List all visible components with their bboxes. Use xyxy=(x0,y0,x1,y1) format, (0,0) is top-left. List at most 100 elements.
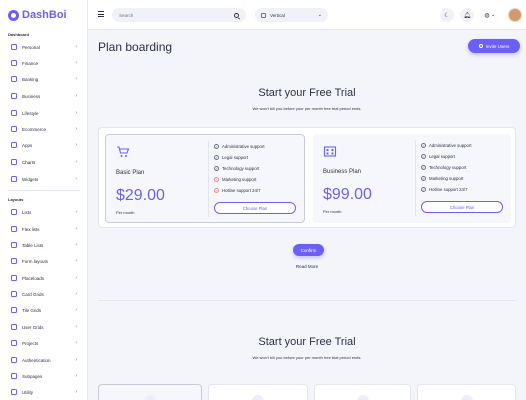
plan-card-preview[interactable] xyxy=(417,384,516,400)
chevron-right-icon: › xyxy=(75,275,77,281)
bank-icon xyxy=(11,76,17,82)
sidebar-item-label: Flex lists xyxy=(22,226,40,232)
sidebar-item-finance[interactable]: Finance › xyxy=(11,58,77,68)
sidebar-item-form-layouts[interactable]: Form layouts › xyxy=(11,256,77,266)
plan-feature: ✓ Hotline support 24/7 xyxy=(421,187,468,192)
search-placeholder: Search xyxy=(119,12,134,18)
sidebar-item-card-grids[interactable]: Card Grids › xyxy=(11,289,77,299)
tile-grid-icon xyxy=(11,307,17,313)
sidebar-item-apps[interactable]: Apps › xyxy=(11,140,77,150)
chevron-right-icon: › xyxy=(75,373,77,379)
chevron-down-icon[interactable]: ⌄ xyxy=(491,12,495,18)
brand-name: DashBoi xyxy=(22,9,67,21)
folder-icon xyxy=(11,340,17,346)
table-icon xyxy=(11,242,17,248)
sidebar-item-ecommerce[interactable]: Ecommerce › xyxy=(11,124,77,134)
chevron-right-icon: › xyxy=(75,357,77,363)
plan-feature: × Marketing support xyxy=(214,177,257,182)
sidebar-item-charts[interactable]: Charts › xyxy=(11,157,77,167)
sidebar-item-table-lists[interactable]: Table Lists › xyxy=(11,240,77,250)
sidebar-item-utility[interactable]: Utility › xyxy=(11,387,77,397)
chevron-right-icon: › xyxy=(75,44,77,50)
sidebar-item-lists[interactable]: Lists › xyxy=(11,207,77,217)
sidebar-item-widgets[interactable]: Widgets › xyxy=(11,174,77,184)
sidebar-item-business[interactable]: Business › xyxy=(11,91,77,101)
sidebar-item-label: Card Grids xyxy=(22,291,44,297)
read-more-link[interactable]: Read More xyxy=(88,264,526,269)
sidebar: DashBoi Dashboard Personal › Finance › Ban… xyxy=(0,0,88,400)
chevron-right-icon: › xyxy=(75,76,77,82)
cart-icon xyxy=(11,126,17,132)
chevron-down-icon: ⌄ xyxy=(317,12,322,18)
layout-select-value: Vertical xyxy=(270,12,285,18)
sidebar-item-label: Lists xyxy=(22,209,32,215)
cart-icon xyxy=(117,146,130,157)
sidebar-item-label: Authentication xyxy=(22,357,51,363)
plan-icon-placeholder xyxy=(144,395,156,400)
sidebar-item-banking[interactable]: Banking › xyxy=(11,74,77,84)
check-circle-icon: ✓ xyxy=(421,176,426,181)
sidebar-item-authentication[interactable]: Authentication › xyxy=(11,355,77,365)
sidebar-item-tile-grids[interactable]: Tile Grids › xyxy=(11,305,77,315)
sidebar-item-flex-lists[interactable]: Flex lists › xyxy=(11,224,77,234)
layout-select[interactable]: Vertical ⌄ xyxy=(255,8,328,22)
sidebar-item-user-grids[interactable]: User Grids › xyxy=(11,322,77,332)
menu-toggle-icon[interactable] xyxy=(98,11,104,17)
choose-plan-button[interactable]: Choose Plan xyxy=(214,202,296,214)
page-title: Plan boarding xyxy=(98,40,173,54)
choose-plan-button[interactable]: Choose Plan xyxy=(421,201,503,213)
sidebar-item-label: Projects xyxy=(22,340,39,346)
finance-icon xyxy=(11,60,17,66)
trial-title-2: Start your Free Trial xyxy=(258,336,356,348)
user-grid-icon xyxy=(11,324,17,330)
briefcase-icon xyxy=(11,93,17,99)
x-circle-icon: × xyxy=(214,177,219,182)
avatar[interactable] xyxy=(508,8,522,22)
sidebar-item-placeloads[interactable]: Placeloads › xyxy=(11,273,77,283)
sidebar-item-label: Business xyxy=(22,93,41,99)
plan-feature: ✓ Administrative support xyxy=(421,143,472,148)
check-circle-icon: ✓ xyxy=(214,155,219,160)
sidebar-item-lifestyle[interactable]: Lifestyle › xyxy=(11,108,77,118)
flex-list-icon xyxy=(11,226,17,232)
check-circle-icon: ✓ xyxy=(214,166,219,171)
plan-icon-placeholder xyxy=(252,395,264,400)
lock-icon xyxy=(11,357,17,363)
sidebar-item-label: Form layouts xyxy=(22,258,49,264)
chevron-right-icon: › xyxy=(75,209,77,215)
trial-subtitle-2: We won't bill you before your per month … xyxy=(252,355,362,360)
confirm-button[interactable]: Confirm xyxy=(293,244,324,256)
check-circle-icon: ✓ xyxy=(421,165,426,170)
plan-card-basic[interactable]: Basic Plan $29.00 Per month ✓ Administrat… xyxy=(105,134,305,223)
chevron-right-icon: › xyxy=(75,142,77,148)
plan-card-business[interactable]: Business Plan $99.00 Per month ✓ Administ… xyxy=(313,134,511,223)
search-input[interactable]: Search xyxy=(112,8,246,22)
chart-icon xyxy=(11,159,17,165)
topbar: Search Vertical ⌄ ☾ 🔔︎ ◍ ⌄ xyxy=(88,0,526,30)
apps-icon xyxy=(11,142,17,148)
invite-users-label: Invite Users xyxy=(485,43,510,49)
notification-bell-icon[interactable]: 🔔︎ xyxy=(460,8,474,22)
plan-card-preview[interactable] xyxy=(98,384,202,400)
sidebar-item-projects[interactable]: Projects › xyxy=(11,338,77,348)
plan-card-preview[interactable] xyxy=(314,384,411,400)
sidebar-item-label: Charts xyxy=(22,159,36,165)
plan-icon-placeholder xyxy=(356,395,369,400)
dark-mode-toggle-icon[interactable]: ☾ xyxy=(440,8,454,22)
chevron-right-icon: › xyxy=(75,226,77,232)
sidebar-item-subpages[interactable]: Subpages › xyxy=(11,371,77,381)
chevron-right-icon: › xyxy=(75,110,77,116)
brand[interactable]: DashBoi xyxy=(8,8,67,22)
plan-card-preview[interactable] xyxy=(208,384,308,400)
card-grid-icon xyxy=(11,291,17,297)
sidebar-item-personal[interactable]: Personal › xyxy=(11,42,77,52)
user-icon xyxy=(478,44,483,48)
sidebar-item-label: Lifestyle xyxy=(22,110,39,116)
sidebar-item-label: Finance xyxy=(22,60,39,66)
invite-users-button[interactable]: Invite Users xyxy=(468,39,520,53)
chevron-right-icon: › xyxy=(75,159,77,165)
sidebar-item-label: Utility xyxy=(22,389,33,395)
placeload-icon xyxy=(11,275,17,281)
chevron-right-icon: › xyxy=(75,258,77,264)
building-icon xyxy=(323,146,337,157)
